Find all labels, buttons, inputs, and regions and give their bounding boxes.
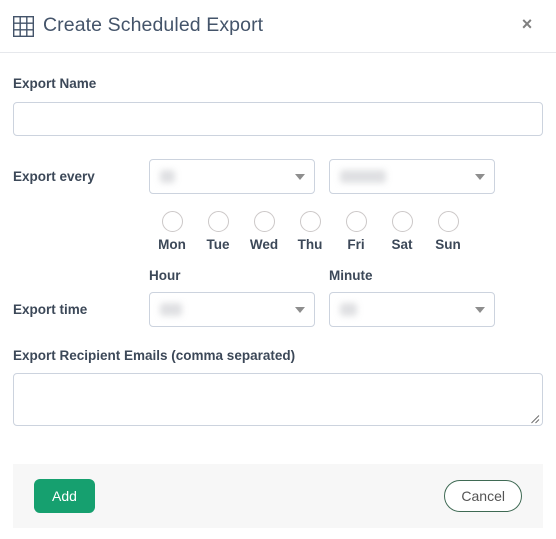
page-title: Create Scheduled Export [43, 14, 264, 37]
radio-circle-icon [299, 210, 321, 232]
export-hour-value [160, 302, 182, 316]
day-toggle-sun[interactable]: Sun [425, 210, 471, 252]
radio-circle-icon [161, 210, 183, 232]
day-label: Fri [347, 236, 365, 252]
recipient-emails-textarea[interactable] [13, 373, 543, 426]
day-label: Sun [435, 236, 461, 252]
grid-table-icon [13, 15, 34, 37]
radio-circle-icon [207, 210, 229, 232]
recipient-emails-label: Export Recipient Emails (comma separated… [13, 347, 296, 363]
day-label: Sat [391, 236, 413, 252]
day-label: Tue [206, 236, 230, 252]
day-toggle-wed[interactable]: Wed [241, 210, 287, 252]
modal-header: Create Scheduled Export × [0, 0, 556, 53]
day-toggle-sat[interactable]: Sat [379, 210, 425, 252]
chevron-down-icon [475, 174, 485, 180]
export-minute-select[interactable] [329, 291, 495, 327]
chevron-down-icon [295, 307, 305, 313]
recipient-emails-group: Export Recipient Emails (comma separated… [13, 347, 543, 426]
export-minute-value [340, 302, 357, 316]
day-toggle-mon[interactable]: Mon [149, 210, 195, 252]
chevron-down-icon [295, 174, 305, 180]
day-toggle-thu[interactable]: Thu [287, 210, 333, 252]
export-interval-value [160, 169, 175, 183]
recipient-emails-wrapper [13, 373, 543, 426]
export-name-input[interactable] [13, 101, 543, 136]
modal-footer: Add Cancel [13, 464, 543, 528]
export-interval-select[interactable] [149, 158, 315, 194]
export-unit-select[interactable] [329, 158, 495, 194]
export-unit-value [340, 169, 386, 183]
export-every-row: Export every [13, 158, 543, 194]
create-scheduled-export-modal: Create Scheduled Export × Export Name Ex… [0, 0, 556, 539]
hour-header: Hour [149, 268, 181, 283]
add-button[interactable]: Add [34, 479, 95, 513]
minute-header: Minute [329, 268, 373, 283]
export-every-label: Export every [13, 168, 95, 184]
close-icon[interactable]: × [516, 13, 538, 35]
day-label: Thu [297, 236, 323, 252]
radio-circle-icon [253, 210, 275, 232]
export-name-field-group: Export Name [13, 77, 543, 136]
modal-body: Export Name Export every Mon Tue Wed Thu… [0, 77, 556, 426]
export-name-label: Export Name [13, 76, 97, 91]
radio-circle-icon [437, 210, 459, 232]
export-time-row: Export time [13, 291, 543, 327]
day-toggle-fri[interactable]: Fri [333, 210, 379, 252]
day-of-week-selector: Mon Tue Wed Thu Fri Sat Sun [149, 210, 543, 252]
day-label: Mon [158, 236, 186, 252]
radio-circle-icon [391, 210, 413, 232]
export-hour-select[interactable] [149, 291, 315, 327]
export-time-headers: Hour Minute [149, 269, 543, 283]
modal-title-group: Create Scheduled Export [13, 14, 264, 37]
radio-circle-icon [345, 210, 367, 232]
cancel-button[interactable]: Cancel [444, 480, 522, 512]
chevron-down-icon [475, 307, 485, 313]
day-label: Wed [249, 236, 279, 252]
day-toggle-tue[interactable]: Tue [195, 210, 241, 252]
export-time-label: Export time [13, 301, 88, 317]
